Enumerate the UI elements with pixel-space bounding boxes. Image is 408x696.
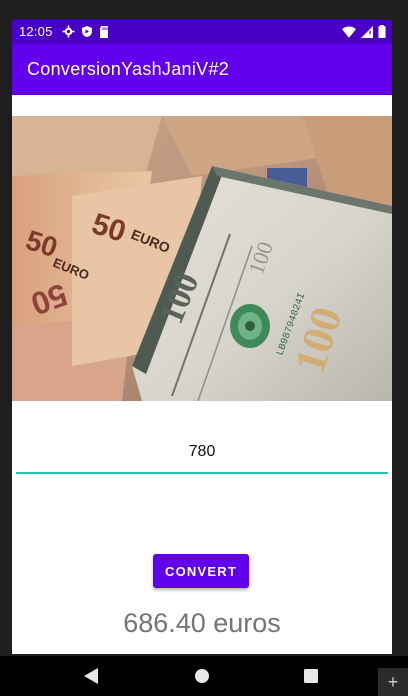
gear-icon [62,25,75,38]
back-icon [84,668,98,684]
convert-button[interactable]: CONVERT [153,554,249,588]
device-frame: 12:05 ConversionYashJaniV#2 50 EURO 50 E… [0,0,408,696]
home-icon [195,669,209,683]
conversion-result: 686.40 euros [123,608,281,638]
side-plus-button[interactable]: + [378,668,408,696]
navigation-bar [0,656,408,696]
status-system-icons [342,25,386,38]
app-screen: 12:05 ConversionYashJaniV#2 50 EURO 50 E… [12,20,392,654]
status-bar: 12:05 [12,20,392,44]
home-button[interactable] [192,666,212,686]
status-time: 12:05 [19,24,53,39]
back-button[interactable] [81,666,101,686]
currency-banknotes-image: 50 EURO 50 EURO 50 100 100 LB98794824I 1… [12,116,392,401]
amount-input[interactable] [16,432,388,474]
app-title: ConversionYashJaniV#2 [27,59,230,79]
battery-icon [378,25,386,38]
recents-button[interactable] [301,666,321,686]
wifi-icon [342,25,356,38]
shield-icon [82,26,92,37]
sd-card-icon [100,25,108,38]
app-bar: ConversionYashJaniV#2 [12,44,392,95]
status-notification-icons [62,25,109,38]
signal-icon [361,25,373,38]
recents-icon [304,669,318,683]
